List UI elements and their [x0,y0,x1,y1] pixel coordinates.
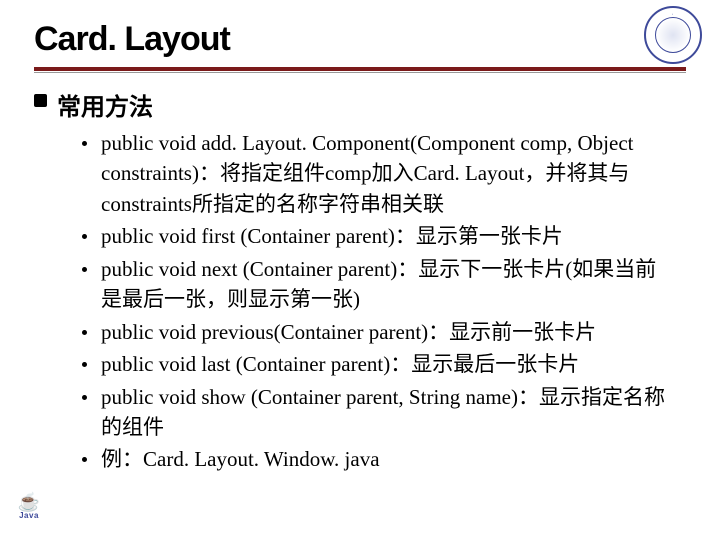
item-text: public void previous(Container parent)：显… [101,317,596,347]
item-text: 例：Card. Layout. Window. java [101,444,380,474]
list-item: public void show (Container parent, Stri… [82,382,676,443]
bullet-icon [82,457,87,462]
item-text: public void last (Container parent)：显示最后… [101,349,579,379]
section-header: 常用方法 [34,87,686,122]
bullet-icon [82,141,87,146]
item-text: public void first (Container parent)：显示第… [101,221,563,251]
list-item: 例：Card. Layout. Window. java [82,444,676,474]
list-item: public void last (Container parent)：显示最后… [82,349,676,379]
item-text: public void show (Container parent, Stri… [101,382,676,443]
list-item: public void next (Container parent)：显示下一… [82,254,676,315]
university-seal-logo: · [644,6,702,64]
seal-text: · [646,12,700,18]
method-list: public void add. Layout. Component(Compo… [34,128,686,475]
bullet-icon [82,267,87,272]
list-item: public void first (Container parent)：显示第… [82,221,676,251]
bullet-icon [82,395,87,400]
list-item: public void previous(Container parent)：显… [82,317,676,347]
bullet-icon [82,362,87,367]
list-item: public void add. Layout. Component(Compo… [82,128,676,219]
slide: · Card. Layout 常用方法 public void add. Lay… [0,0,720,540]
item-text: public void next (Container parent)：显示下一… [101,254,676,315]
square-bullet-icon [34,94,47,107]
java-logo: ☕ Java [14,493,44,520]
java-cup-icon: ☕ [14,493,44,511]
item-text: public void add. Layout. Component(Compo… [101,128,676,219]
slide-title: Card. Layout [34,20,686,59]
bullet-icon [82,330,87,335]
bullet-icon [82,234,87,239]
title-underline [34,67,686,73]
section-label: 常用方法 [57,87,153,122]
java-wordmark: Java [14,511,44,520]
